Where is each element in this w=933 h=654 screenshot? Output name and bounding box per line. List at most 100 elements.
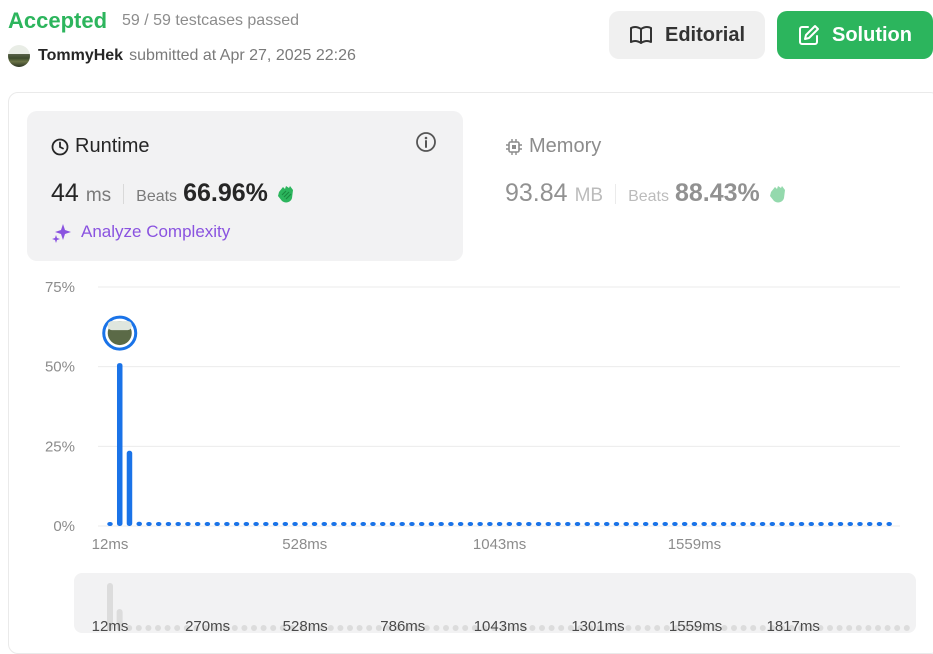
chart-bar[interactable]: [496, 522, 503, 526]
chart-bar[interactable]: [759, 522, 766, 526]
chart-bar[interactable]: [574, 522, 581, 526]
chart-bar[interactable]: [642, 522, 649, 526]
info-icon[interactable]: [415, 131, 437, 153]
chart-bar[interactable]: [428, 522, 435, 526]
chart-bar[interactable]: [263, 522, 269, 526]
divider: [615, 183, 617, 204]
chart-bar[interactable]: [837, 522, 844, 526]
chart-bar[interactable]: [828, 522, 834, 526]
overview-bar: [740, 625, 747, 631]
chart-bar[interactable]: [116, 363, 123, 526]
chart-bar[interactable]: [798, 522, 805, 526]
chart-bar[interactable]: [740, 522, 746, 526]
analyze-complexity-link[interactable]: Analyze Complexity: [51, 221, 230, 243]
overview-chart[interactable]: 12ms 270ms 528ms 786ms 1043ms 1301ms 1559ms 181…: [74, 573, 916, 635]
chart-bar[interactable]: [633, 522, 639, 526]
chart-bar[interactable]: [789, 522, 795, 526]
chart-bar[interactable]: [448, 522, 454, 526]
chart-bar[interactable]: [467, 522, 474, 526]
chart-bar[interactable]: [389, 522, 396, 526]
memory-tab[interactable]: Memory: [505, 135, 601, 158]
chart-bar[interactable]: [136, 521, 142, 526]
chart-bar[interactable]: [175, 522, 181, 526]
chart-bar[interactable]: [165, 522, 172, 526]
chart-bar[interactable]: [243, 522, 250, 526]
chart-bar[interactable]: [701, 522, 707, 526]
chart-bar[interactable]: [379, 522, 386, 526]
chart-bar[interactable]: [321, 522, 328, 526]
username[interactable]: TommyHek: [38, 47, 123, 65]
chart-bar[interactable]: [409, 522, 415, 526]
avatar[interactable]: [8, 45, 30, 67]
chart-bar[interactable]: [866, 522, 873, 526]
chart-bar[interactable]: [370, 522, 376, 526]
chart-bar[interactable]: [876, 522, 883, 526]
chart-bar[interactable]: [555, 522, 561, 526]
chart-bar[interactable]: [146, 522, 152, 526]
chart-bar[interactable]: [233, 522, 240, 526]
chart-bar[interactable]: [350, 522, 357, 526]
chart-bar[interactable]: [847, 522, 853, 526]
chart-bar[interactable]: [292, 522, 298, 526]
chart-bar[interactable]: [302, 522, 308, 526]
chart-bar[interactable]: [818, 522, 824, 526]
chart-bar[interactable]: [584, 522, 591, 526]
chart-bar[interactable]: [185, 522, 191, 526]
chart-bar[interactable]: [399, 522, 405, 526]
chart-bar[interactable]: [594, 522, 600, 526]
runtime-overview-scrollbar[interactable]: 12ms 270ms 528ms 786ms 1043ms 1301ms 1559ms 181…: [74, 573, 916, 635]
chart-bar[interactable]: [204, 522, 211, 526]
chart-bar[interactable]: [720, 522, 727, 526]
chart-bar[interactable]: [194, 522, 201, 526]
chart-bar[interactable]: [623, 522, 629, 526]
chart-bar[interactable]: [224, 522, 230, 526]
runtime-unit: ms: [85, 185, 112, 206]
chart-bar[interactable]: [282, 522, 289, 526]
chart-bar[interactable]: [545, 522, 552, 526]
overview-bar: [327, 625, 334, 631]
chart-bar[interactable]: [672, 522, 678, 526]
chart-bar[interactable]: [769, 522, 776, 526]
chart-bar[interactable]: [107, 522, 113, 526]
chart-bar[interactable]: [526, 522, 532, 526]
chart-bar[interactable]: [360, 522, 366, 526]
chart-bar[interactable]: [779, 522, 785, 526]
chart-bar[interactable]: [730, 522, 737, 526]
chart-bar[interactable]: [311, 522, 318, 526]
chart-bar[interactable]: [272, 522, 279, 526]
runtime-card[interactable]: Runtime 44 ms Beats 66.96% Analyze Compl…: [27, 111, 463, 261]
chart-bar[interactable]: [691, 522, 698, 526]
chart-bar[interactable]: [613, 522, 620, 526]
chart-bar[interactable]: [506, 522, 513, 526]
chart-bar[interactable]: [253, 522, 259, 526]
chart-bar[interactable]: [418, 522, 425, 526]
chart-bar[interactable]: [603, 522, 610, 526]
chart-bar[interactable]: [214, 522, 220, 526]
solution-button[interactable]: Solution: [777, 11, 933, 59]
chart-bar[interactable]: [886, 522, 892, 526]
chart-bar[interactable]: [477, 522, 483, 526]
chart-bar[interactable]: [652, 522, 659, 526]
overview-tick-label: 528ms: [283, 618, 328, 633]
chart-bar[interactable]: [711, 522, 717, 526]
chart-bar[interactable]: [750, 522, 756, 526]
editorial-button[interactable]: Editorial: [609, 11, 765, 59]
chart-bar[interactable]: [857, 522, 863, 526]
chart-bar[interactable]: [535, 522, 542, 526]
chart-bar[interactable]: [662, 522, 668, 526]
chart-bar[interactable]: [487, 522, 493, 526]
chart-bar[interactable]: [341, 522, 347, 526]
chart-bar[interactable]: [126, 450, 133, 526]
chart-bar[interactable]: [681, 522, 688, 526]
chart-bar[interactable]: [155, 522, 162, 526]
chart-bar[interactable]: [808, 522, 815, 526]
chart-bar[interactable]: [457, 522, 464, 526]
avatar-marker-sky: [107, 321, 132, 331]
chart-bar[interactable]: [565, 522, 571, 526]
chart-bar[interactable]: [438, 522, 444, 526]
chart-bar[interactable]: [516, 522, 522, 526]
runtime-distribution-chart[interactable]: 75% 50% 25% 0% 12ms 528ms 1043ms 1559ms: [0, 270, 933, 570]
chart-bar[interactable]: [331, 522, 337, 526]
testcases-passed: 59 / 59 testcases passed: [122, 12, 299, 29]
overview-bar: [155, 625, 161, 631]
